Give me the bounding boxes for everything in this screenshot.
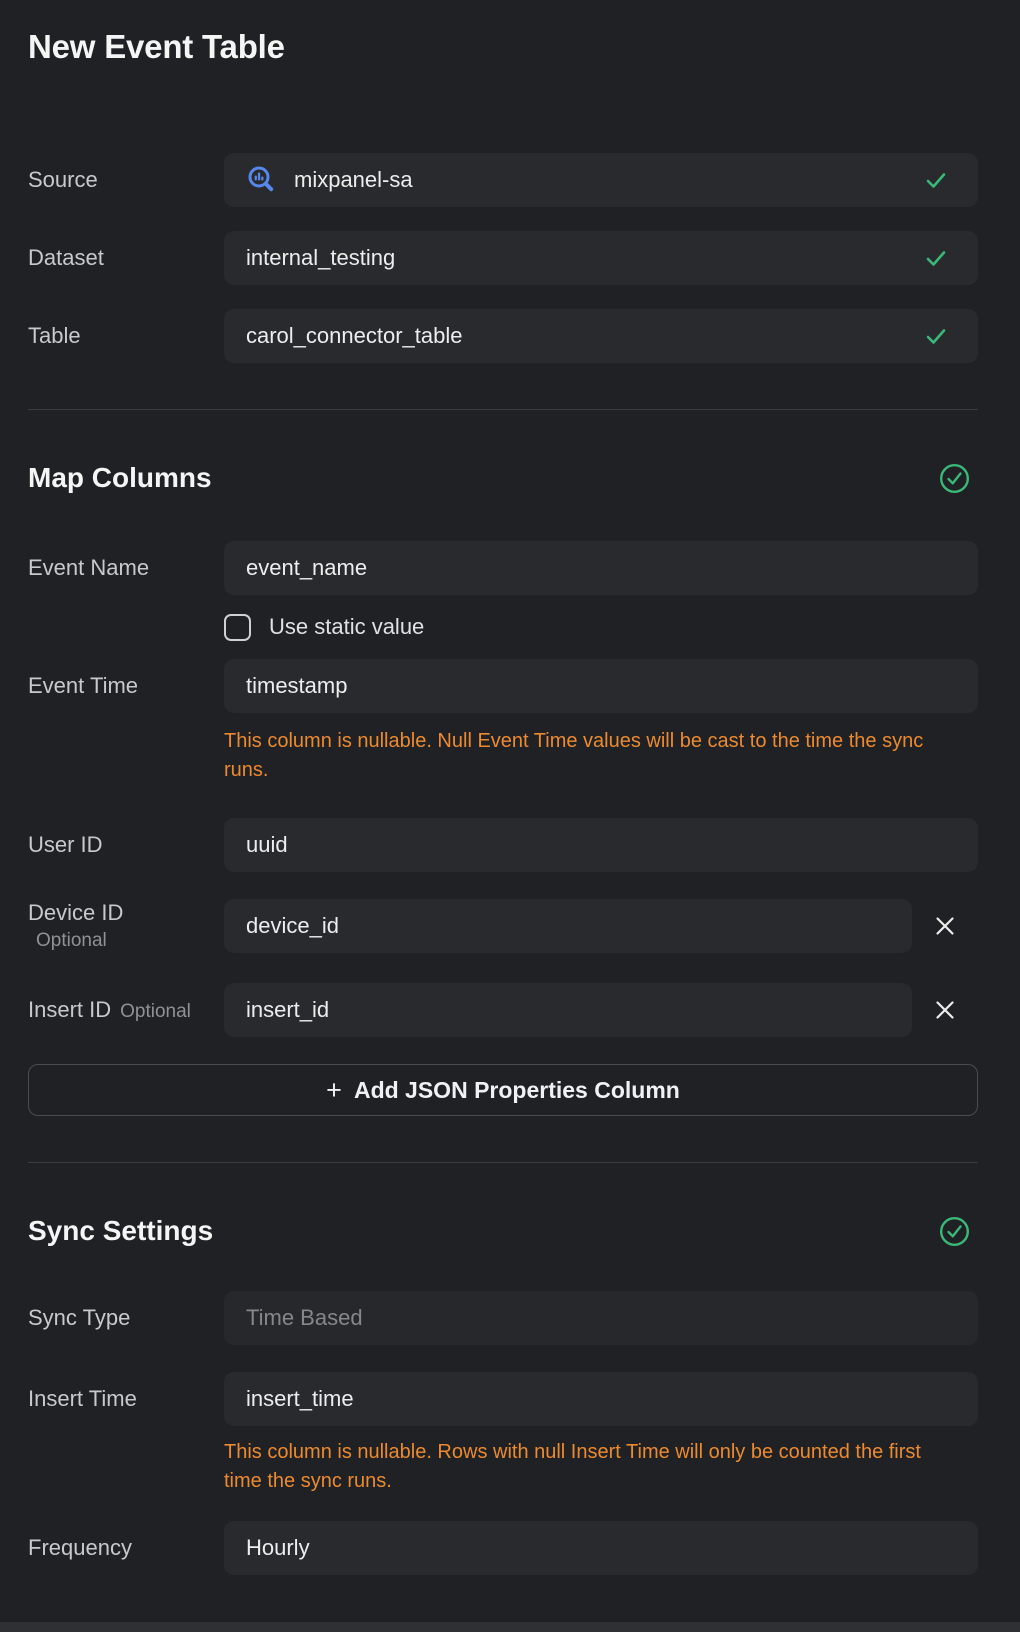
mixpanel-search-icon: [246, 165, 276, 195]
map-columns-complete-check-icon: [939, 463, 970, 494]
frequency-value: Hourly: [246, 1535, 310, 1561]
event-name-select[interactable]: event_name: [224, 541, 978, 595]
source-value: mixpanel-sa: [294, 167, 413, 193]
dataset-row: Dataset internal_testing: [28, 231, 978, 285]
frequency-row: Frequency Hourly: [28, 1521, 978, 1575]
user-id-label: User ID: [28, 832, 224, 858]
event-time-warning: This column is nullable. Null Event Time…: [224, 727, 936, 785]
event-time-select[interactable]: timestamp: [224, 659, 978, 713]
static-value-row: Use static value: [28, 612, 978, 642]
source-row: Source mixpanel-sa: [28, 153, 978, 207]
user-id-row: User ID uuid: [28, 818, 978, 872]
close-icon: [934, 999, 956, 1021]
event-time-row: Event Time timestamp: [28, 659, 978, 713]
dataset-select[interactable]: internal_testing: [224, 231, 978, 285]
insert-id-row: Insert ID Optional insert_id: [28, 983, 978, 1037]
bottom-edge-bar: [0, 1622, 1020, 1632]
sync-settings-header: Sync Settings: [28, 1211, 978, 1251]
map-columns-heading: Map Columns: [28, 458, 212, 498]
source-label: Source: [28, 167, 224, 193]
use-static-value-label: Use static value: [269, 614, 424, 640]
event-name-row: Event Name event_name: [28, 541, 978, 595]
sync-type-value: Time Based: [246, 1305, 363, 1331]
event-time-label: Event Time: [28, 673, 224, 699]
device-id-clear-button[interactable]: [912, 899, 978, 953]
frequency-label: Frequency: [28, 1535, 224, 1561]
device-id-label: Device ID: [28, 900, 224, 926]
device-id-value: device_id: [246, 913, 339, 939]
source-valid-check-icon: [924, 168, 948, 192]
table-select[interactable]: carol_connector_table: [224, 309, 978, 363]
sync-type-label: Sync Type: [28, 1305, 224, 1331]
add-json-properties-button[interactable]: + Add JSON Properties Column: [28, 1064, 978, 1116]
add-json-properties-label: Add JSON Properties Column: [354, 1077, 680, 1104]
map-columns-header: Map Columns: [28, 458, 978, 498]
event-time-warning-row: This column is nullable. Null Event Time…: [28, 713, 978, 785]
table-row: Table carol_connector_table: [28, 309, 978, 363]
source-select[interactable]: mixpanel-sa: [224, 153, 978, 207]
table-label: Table: [28, 323, 224, 349]
device-id-select[interactable]: device_id: [224, 899, 912, 953]
insert-id-optional-label: Optional: [120, 1001, 191, 1023]
insert-id-select[interactable]: insert_id: [224, 983, 912, 1037]
event-name-label: Event Name: [28, 555, 224, 581]
insert-id-clear-button[interactable]: [912, 983, 978, 1037]
dataset-valid-check-icon: [924, 246, 948, 270]
device-id-optional-label: Optional: [28, 930, 224, 952]
user-id-select[interactable]: uuid: [224, 818, 978, 872]
page-title: New Event Table: [28, 0, 978, 68]
new-event-table-panel: New Event Table Source mixpanel-sa: [0, 0, 1020, 1632]
frequency-select[interactable]: Hourly: [224, 1521, 978, 1575]
section-divider: [28, 409, 978, 410]
insert-time-value: insert_time: [246, 1386, 354, 1412]
sync-type-select: Time Based: [224, 1291, 978, 1345]
event-name-value: event_name: [246, 555, 367, 581]
insert-time-row: Insert Time insert_time: [28, 1372, 978, 1426]
use-static-value-checkbox[interactable]: [224, 614, 251, 641]
insert-time-warning: This column is nullable. Rows with null …: [224, 1438, 936, 1496]
table-valid-check-icon: [924, 324, 948, 348]
insert-time-select[interactable]: insert_time: [224, 1372, 978, 1426]
close-icon: [934, 915, 956, 937]
insert-time-warning-row: This column is nullable. Rows with null …: [28, 1426, 978, 1496]
section-divider: [28, 1162, 978, 1163]
table-value: carol_connector_table: [246, 323, 462, 349]
dataset-value: internal_testing: [246, 245, 395, 271]
sync-settings-complete-check-icon: [939, 1216, 970, 1247]
event-time-value: timestamp: [246, 673, 347, 699]
sync-type-row: Sync Type Time Based: [28, 1291, 978, 1345]
user-id-value: uuid: [246, 832, 288, 858]
sync-settings-heading: Sync Settings: [28, 1211, 213, 1251]
insert-id-value: insert_id: [246, 997, 329, 1023]
plus-icon: +: [326, 1077, 342, 1104]
dataset-label: Dataset: [28, 245, 224, 271]
insert-time-label: Insert Time: [28, 1386, 224, 1412]
device-id-row: Device ID Optional device_id: [28, 899, 978, 953]
insert-id-label: Insert ID: [28, 997, 111, 1023]
